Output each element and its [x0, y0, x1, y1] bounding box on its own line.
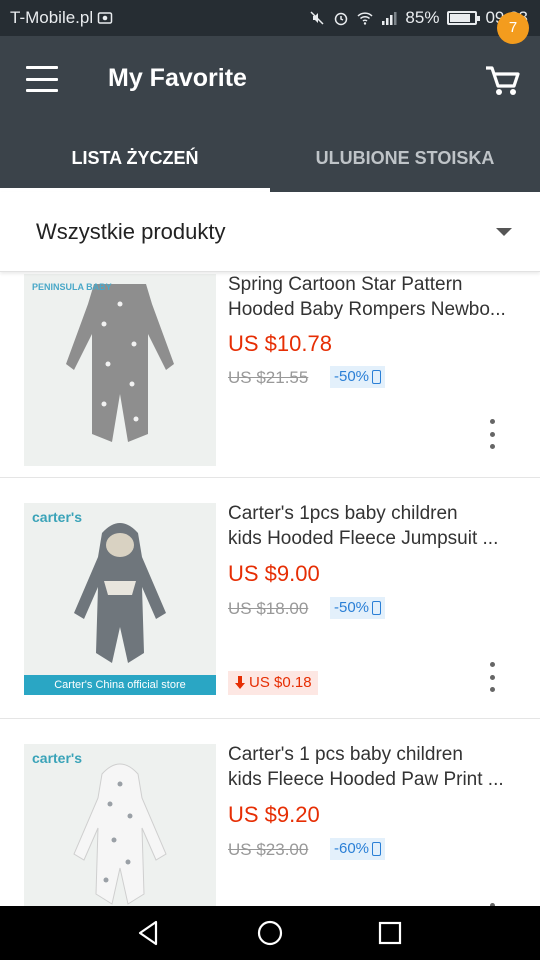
app-bar: My Favorite LISTA ŻYCZEŃ ULUBIONE STOISK… — [0, 36, 540, 192]
fleece-jumpsuit-image — [24, 503, 216, 695]
product-title-line2[interactable]: kids Hooded Fleece Jumpsuit ... — [228, 526, 528, 551]
mobile-phone-icon — [372, 370, 382, 384]
page-title: My Favorite — [108, 64, 247, 92]
product-image[interactable]: carter's — [24, 744, 216, 906]
discount-badge: -60% — [330, 838, 386, 860]
nav-back-icon[interactable] — [134, 918, 164, 948]
tab-wishlist[interactable]: LISTA ŻYCZEŃ — [0, 136, 270, 192]
list-item[interactable]: PENINSULA BABY Spring Cartoon Star Patte… — [0, 272, 540, 478]
product-title-line2[interactable]: kids Fleece Hooded Paw Print ... — [228, 767, 528, 792]
mute-icon — [310, 11, 324, 25]
tab-bar: LISTA ŻYCZEŃ ULUBIONE STOISKA — [0, 136, 540, 192]
system-nav-bar — [0, 906, 540, 960]
nav-home-icon[interactable] — [255, 918, 285, 948]
official-store-banner: Carter's China official store — [24, 675, 216, 695]
dropdown-caret-icon — [496, 227, 512, 236]
cart-count-badge[interactable]: 7 — [497, 12, 529, 44]
mobile-phone-icon — [372, 842, 382, 856]
battery-icon — [447, 11, 481, 25]
product-image[interactable]: carter's Carter's China official store — [24, 503, 216, 695]
product-image[interactable]: PENINSULA BABY — [24, 274, 216, 466]
status-bar: T-Mobile.pl 85% 09:23 — [0, 0, 540, 36]
signal-icon — [382, 12, 397, 25]
more-vert-icon[interactable] — [484, 419, 500, 449]
product-title-line2[interactable]: Hooded Baby Rompers Newbo... — [228, 297, 528, 322]
discount-value: -50% — [334, 599, 370, 616]
discount-badge: -50% — [330, 597, 386, 619]
wishlist-list[interactable]: PENINSULA BABY Spring Cartoon Star Patte… — [0, 272, 540, 906]
romper-star-image — [24, 274, 216, 466]
filter-label: Wszystkie produkty — [36, 218, 226, 244]
alarm-icon — [335, 12, 348, 26]
menu-icon[interactable] — [26, 66, 58, 92]
discount-badge: -50% — [330, 366, 386, 388]
brand-logo: carter's — [32, 750, 83, 766]
battery-percent: 85% — [405, 8, 440, 27]
brand-logo: PENINSULA BABY — [32, 282, 112, 292]
wifi-icon — [357, 12, 373, 25]
original-price: US $18.00 — [228, 599, 309, 618]
list-item[interactable]: carter's Carter's 1 pcs baby children ki… — [0, 720, 540, 906]
screenshot-icon — [97, 12, 113, 24]
list-item[interactable]: carter's Carter's China official store C… — [0, 479, 540, 719]
arrow-down-icon — [235, 676, 245, 689]
carrier: T-Mobile.pl — [10, 8, 113, 28]
product-price: US $9.20 — [228, 802, 320, 827]
carrier-name: T-Mobile.pl — [10, 8, 94, 27]
product-title-line1[interactable]: Carter's 1 pcs baby children — [228, 742, 528, 767]
more-vert-icon[interactable] — [484, 662, 500, 692]
discount-value: -60% — [334, 840, 370, 857]
nav-recents-icon[interactable] — [375, 918, 405, 948]
product-filter-dropdown[interactable]: Wszystkie produkty — [0, 192, 540, 272]
discount-value: -50% — [334, 368, 370, 385]
tab-favorite-stores[interactable]: ULUBIONE STOISKA — [270, 136, 540, 192]
mobile-phone-icon — [372, 601, 382, 615]
price-drop-value: US $0.18 — [249, 674, 312, 691]
original-price: US $21.55 — [228, 368, 309, 387]
paw-print-jumpsuit-image — [24, 744, 216, 906]
original-price: US $23.00 — [228, 840, 309, 859]
cart-icon[interactable] — [482, 60, 522, 100]
product-title-line1[interactable]: Carter's 1pcs baby children — [228, 501, 528, 526]
brand-logo: carter's — [32, 509, 83, 525]
product-title-line1[interactable]: Spring Cartoon Star Pattern — [228, 272, 528, 297]
price-drop-badge: US $0.18 — [228, 671, 318, 695]
product-price: US $9.00 — [228, 561, 320, 586]
product-price: US $10.78 — [228, 331, 332, 356]
